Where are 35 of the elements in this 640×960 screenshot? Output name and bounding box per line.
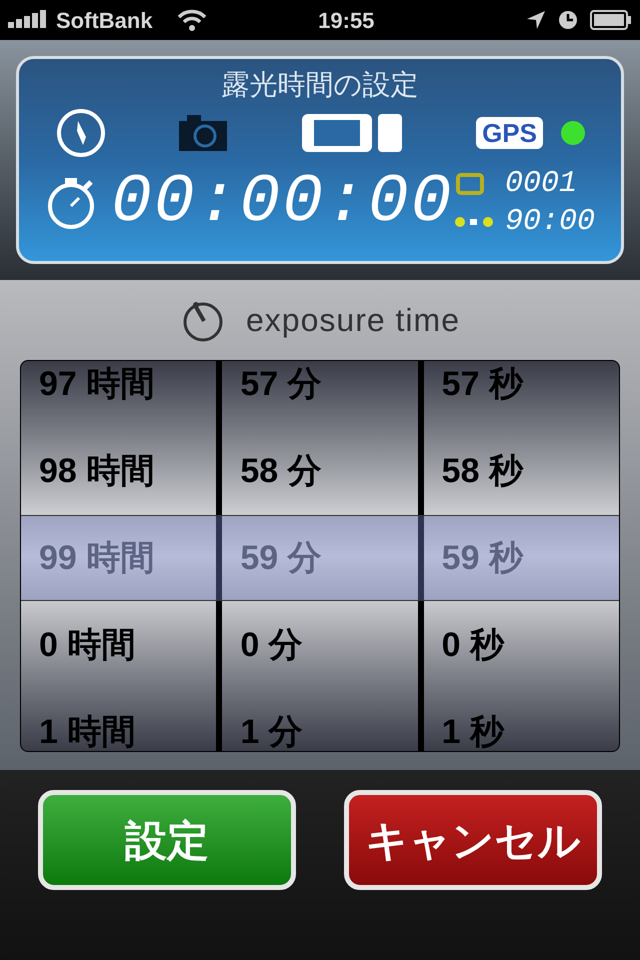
picker-option[interactable]: 98 時間 <box>39 428 216 515</box>
compass-icon[interactable] <box>55 107 107 159</box>
picker-option[interactable]: 0 時間 <box>39 602 216 689</box>
elapsed-time: 00:00:00 <box>111 168 454 238</box>
panel-title: 露光時間の設定 <box>220 68 420 102</box>
status-time: 19:55 <box>318 6 374 34</box>
gps-badge: GPS <box>476 117 543 149</box>
signal-icon <box>8 10 48 30</box>
shot-counter: 0001 <box>504 167 577 201</box>
carrier-name: SoftBank <box>56 6 153 34</box>
cancel-button[interactable]: キャンセル <box>344 790 602 890</box>
wifi-icon <box>176 9 207 31</box>
picker-option[interactable]: 57 分 <box>240 361 418 428</box>
picker-option[interactable]: 97 時間 <box>39 361 216 428</box>
picker-option[interactable]: 1 分 <box>240 689 418 751</box>
picker-option[interactable]: 59 秒 <box>442 515 619 602</box>
phone-icon[interactable] <box>300 112 404 154</box>
picker-option[interactable]: 1 秒 <box>442 689 619 751</box>
camera-icon[interactable] <box>178 115 229 151</box>
frame-icon <box>454 172 485 196</box>
picker-option[interactable]: 0 秒 <box>442 602 619 689</box>
battery-icon <box>590 10 632 30</box>
location-arrow-icon <box>526 10 546 30</box>
picker-option[interactable]: 58 分 <box>240 428 418 515</box>
picker-option[interactable]: 58 秒 <box>442 428 619 515</box>
picker-option[interactable]: 99 時間 <box>39 515 216 602</box>
clock-icon <box>558 10 578 30</box>
picker-option[interactable]: 0 分 <box>240 602 418 689</box>
picker-label: exposure time <box>246 301 460 340</box>
interval-dots-icon <box>454 216 493 228</box>
interval-time: 90:00 <box>504 205 595 239</box>
picker-option[interactable]: 57 秒 <box>442 361 619 428</box>
picker-option[interactable]: 59 分 <box>240 515 418 602</box>
picker-option[interactable]: 1 時間 <box>39 689 216 751</box>
confirm-button[interactable]: 設定 <box>38 790 296 890</box>
